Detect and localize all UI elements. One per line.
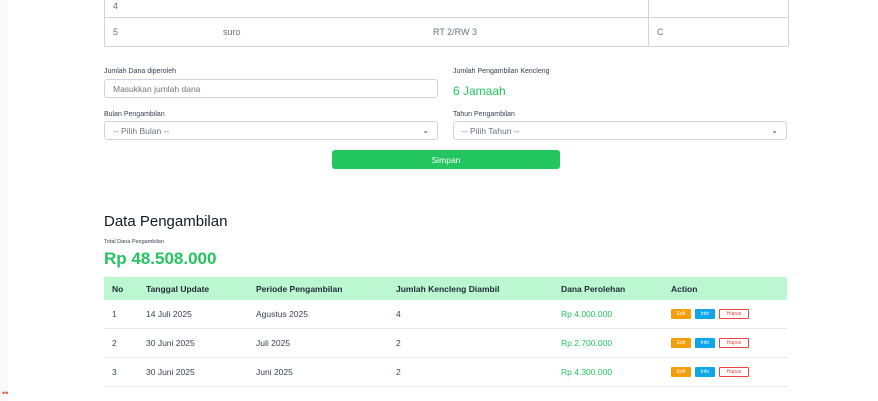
kencleng-label: Jumlah Pengambilan Kencleng	[453, 68, 550, 75]
dana-input[interactable]	[104, 79, 438, 98]
table-row: 2 30 Juni 2025 Juli 2025 2 Rp 2.700.000 …	[104, 329, 787, 358]
cell-periode: Juli 2025	[256, 338, 291, 348]
table-row: 1 14 Juli 2025 Agustus 2025 4 Rp 4.000.0…	[104, 300, 787, 329]
cell-dana: Rp 4.300.000	[561, 367, 613, 377]
header-periode: Periode Pengambilan	[256, 283, 343, 294]
cell-no: 2	[112, 338, 117, 348]
row-extra	[648, 0, 788, 17]
delete-button[interactable]: Hapus	[719, 338, 749, 348]
cell-tanggal: 30 Juni 2025	[146, 338, 195, 348]
delete-button[interactable]: Hapus	[719, 309, 749, 319]
section-title: Data Pengambilan	[104, 213, 228, 230]
row-no: 5	[113, 27, 119, 37]
row-rt-rw: RT 2/RW 3	[433, 27, 478, 37]
chevron-down-icon: ⌄	[771, 126, 778, 135]
save-button[interactable]: Simpan	[332, 150, 560, 169]
tahun-select[interactable]: -- Pilih Tahun -- ⌄	[453, 121, 787, 140]
header-dana: Dana Perolehan	[561, 283, 626, 294]
cell-no: 3	[112, 367, 117, 377]
table-row: 3 30 Juni 2025 Juni 2025 2 Rp 4.300.000 …	[104, 358, 787, 387]
header-jumlah: Jumlah Kencleng Diambil	[396, 283, 500, 294]
header-action: Action	[671, 283, 698, 294]
cell-periode: Juni 2025	[256, 367, 293, 377]
info-button[interactable]: Info	[695, 367, 715, 377]
edit-button[interactable]: Edit	[671, 338, 691, 348]
chevron-down-icon: ⌄	[422, 126, 429, 135]
pengambilan-table: No Tanggal Update Periode Pengambilan Ju…	[104, 277, 787, 387]
info-button[interactable]: Info	[695, 338, 715, 348]
row-name: suro	[223, 27, 241, 37]
cell-actions: Edit Info Hapus	[663, 309, 787, 319]
cell-no: 1	[112, 309, 117, 319]
bulan-selected: -- Pilih Bulan --	[113, 125, 170, 136]
cell-dana: Rp 4.000.000	[561, 309, 613, 319]
table-header: No Tanggal Update Periode Pengambilan Ju…	[104, 277, 787, 300]
table-row: 4	[105, 0, 788, 18]
row-no: 4	[113, 1, 119, 11]
cell-actions: Edit Info Hapus	[663, 338, 787, 348]
tahun-label: Tahun Pengambilan	[453, 111, 515, 118]
table-row: 5 suro RT 2/RW 3 C	[105, 18, 788, 46]
cell-tanggal: 30 Juni 2025	[146, 367, 195, 377]
cell-actions: Edit Info Hapus	[663, 367, 787, 377]
total-label: Total Dana Pengambilan	[104, 239, 164, 245]
cell-jumlah: 4	[396, 309, 401, 319]
left-gutter	[0, 0, 8, 401]
delete-button[interactable]: Hapus	[719, 367, 749, 377]
bulan-label: Bulan Pengambilan	[104, 111, 165, 118]
cell-dana: Rp 2.700.000	[561, 338, 613, 348]
edit-button[interactable]: Edit	[671, 367, 691, 377]
bulan-select[interactable]: -- Pilih Bulan -- ⌄	[104, 121, 438, 140]
cell-jumlah: 2	[396, 367, 401, 377]
cell-tanggal: 14 Juli 2025	[146, 309, 192, 319]
jamaah-table: 4 5 suro RT 2/RW 3 C	[104, 0, 789, 47]
page-edge-marker: ••	[2, 388, 9, 398]
tahun-selected: -- Pilih Tahun --	[462, 125, 520, 136]
cell-periode: Agustus 2025	[256, 309, 308, 319]
kencleng-count: 6 Jamaah	[453, 84, 506, 98]
header-no: No	[112, 283, 124, 294]
header-tanggal: Tanggal Update	[146, 283, 210, 294]
total-value: Rp 48.508.000	[104, 249, 217, 268]
info-button[interactable]: Info	[695, 309, 715, 319]
edit-button[interactable]: Edit	[671, 309, 691, 319]
dana-label: Jumlah Dana diperoleh	[104, 68, 176, 75]
row-extra: C	[648, 18, 788, 46]
cell-jumlah: 2	[396, 338, 401, 348]
